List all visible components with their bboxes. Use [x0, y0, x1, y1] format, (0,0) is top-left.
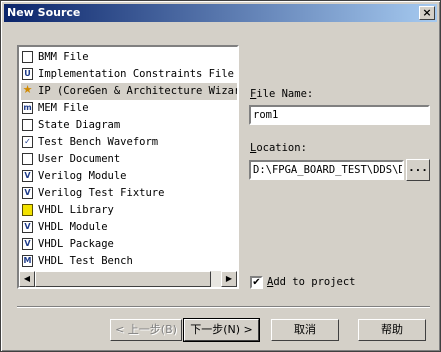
file-name-label-text: ile Name:: [256, 88, 314, 100]
source-type-label: MEM File: [38, 102, 89, 114]
source-type-item[interactable]: U Implementation Constraints File: [21, 66, 237, 83]
waveform-icon: ✓: [22, 136, 33, 148]
file-name-label: File Name:: [250, 88, 313, 100]
source-type-list[interactable]: M VHDL Test Bench V VHDL Package V VHDL Modul…: [17, 45, 239, 289]
back-button[interactable]: < 上一步(B): [110, 319, 182, 341]
source-type-item[interactable]: V Verilog Test Fixture: [21, 185, 237, 202]
source-type-label: Test Bench Waveform: [38, 136, 159, 148]
location-label-text: ocation:: [256, 142, 307, 154]
file-icon: [22, 51, 33, 63]
add-to-project-label[interactable]: Add to project: [267, 276, 356, 288]
source-type-item[interactable]: V Verilog Module: [21, 168, 237, 185]
source-type-item[interactable]: VHDL Library: [21, 202, 237, 219]
title-bar: New Source ×: [4, 4, 437, 22]
location-label: Location:: [250, 142, 307, 154]
scroll-right-button[interactable]: ▶: [221, 271, 237, 287]
help-button[interactable]: 帮助: [358, 319, 426, 341]
source-type-label: Verilog Module: [38, 170, 127, 182]
close-button[interactable]: ×: [419, 6, 435, 20]
ip-icon: ★: [22, 83, 33, 96]
source-type-item[interactable]: M VHDL Test Bench: [21, 253, 237, 270]
vhdl-package-icon: V: [22, 238, 33, 250]
document-icon: [22, 153, 33, 165]
folder-icon: [22, 204, 33, 216]
window-title: New Source: [7, 6, 81, 19]
source-type-item[interactable]: ★ IP (CoreGen & Architecture Wizard): [21, 83, 237, 100]
source-type-item[interactable]: V VHDL Package: [21, 236, 237, 253]
next-button[interactable]: 下一步(N) >: [183, 318, 260, 342]
source-type-label: VHDL Package: [38, 238, 114, 250]
scrollbar-thumb[interactable]: [35, 271, 211, 287]
vhdl-module-icon: V: [22, 221, 33, 233]
source-type-label: User Document: [38, 153, 121, 165]
source-type-list-viewport: M VHDL Test Bench V VHDL Package V VHDL Modul…: [19, 47, 237, 287]
file-name-input[interactable]: rom1: [249, 105, 430, 125]
add-to-project-checkbox[interactable]: ✔: [250, 276, 263, 289]
new-source-dialog: New Source × M VHDL Test Bench V VHDL Packa…: [0, 0, 441, 352]
source-type-item[interactable]: m MEM File: [21, 100, 237, 117]
source-type-label: BMM File: [38, 51, 89, 63]
source-type-label: Implementation Constraints File: [38, 68, 234, 80]
source-type-item[interactable]: User Document: [21, 151, 237, 168]
mem-file-icon: m: [22, 102, 33, 114]
verilog-module-icon: V: [22, 170, 33, 182]
source-type-item[interactable]: V VHDL Module: [21, 219, 237, 236]
location-input[interactable]: D:\FPGA_BOARD_TEST\DDS\DD: [249, 160, 404, 180]
scroll-left-button[interactable]: ◀: [19, 271, 35, 287]
source-type-item[interactable]: ✓ Test Bench Waveform: [21, 134, 237, 151]
vhdl-test-icon: M: [22, 255, 33, 267]
button-separator: [17, 306, 430, 308]
add-to-project-label-text: dd to project: [273, 276, 356, 288]
constraints-file-icon: U: [22, 68, 33, 80]
source-type-label: State Diagram: [38, 119, 121, 131]
state-diagram-icon: [22, 119, 33, 131]
source-type-label: VHDL Library: [38, 204, 114, 216]
source-type-item[interactable]: BMM File: [21, 49, 237, 66]
cancel-button[interactable]: 取消: [271, 319, 339, 341]
source-type-label: Verilog Test Fixture: [38, 187, 165, 199]
source-type-item[interactable]: State Diagram: [21, 117, 237, 134]
source-type-label: IP (CoreGen & Architecture Wizard): [38, 85, 237, 97]
verilog-test-icon: V: [22, 187, 33, 199]
browse-button[interactable]: ...: [406, 159, 430, 181]
source-type-label: VHDL Module: [38, 221, 108, 233]
source-type-label: VHDL Test Bench: [38, 255, 133, 267]
horizontal-scrollbar[interactable]: ◀ ▶: [19, 271, 237, 287]
